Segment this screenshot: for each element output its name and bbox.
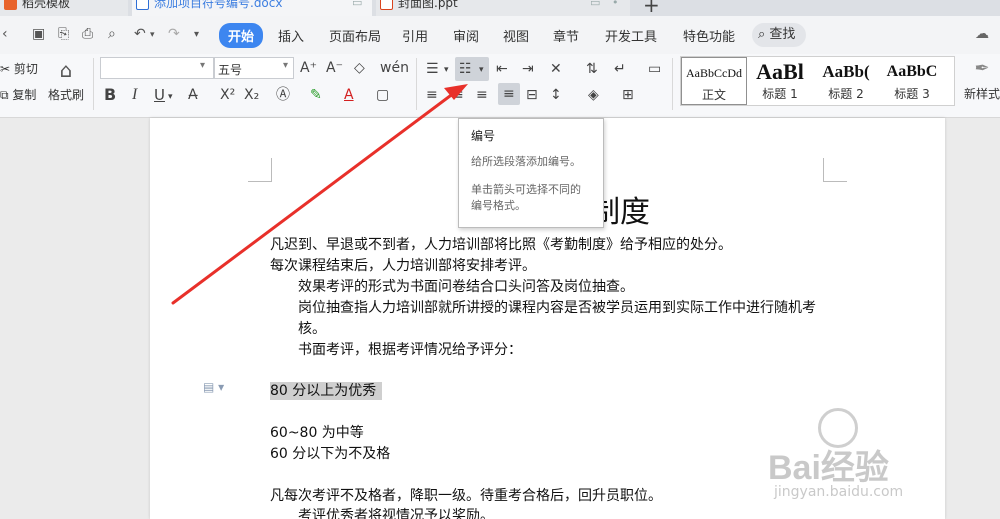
watermark-logo: Bai经验 bbox=[768, 449, 889, 487]
arrow-shaft bbox=[171, 88, 460, 305]
watermark-url: jingyan.baidu.com bbox=[774, 484, 904, 500]
